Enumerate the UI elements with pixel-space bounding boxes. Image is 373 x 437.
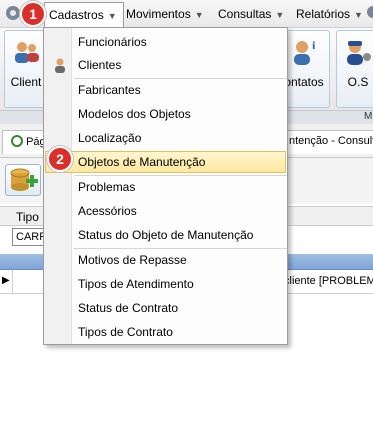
menu-item-label: Modelos dos Objetos: [78, 107, 191, 121]
menu-item-label: Localização: [78, 131, 142, 145]
ribbon-group-label: M: [364, 111, 373, 122]
menu-item-label: Tipos de Contrato: [78, 325, 173, 339]
menu-item-tipos-de-atendimento[interactable]: Tipos de Atendimento: [45, 273, 286, 295]
menu-item-tipos-de-contrato[interactable]: Tipos de Contrato: [45, 321, 286, 343]
menu-item-status-de-contrato[interactable]: Status de Contrato: [45, 297, 286, 319]
menu-item-label: Motivos de Repasse: [78, 253, 187, 267]
menu-item-label: Problemas: [78, 180, 136, 194]
menu-item-modelos-dos-objetos[interactable]: Modelos dos Objetos: [45, 103, 286, 125]
svg-text:i: i: [312, 41, 315, 52]
ribbon-os-button[interactable]: O.S: [336, 30, 373, 108]
grid-separator: [12, 270, 13, 294]
menu-item-label: Objetos de Manutenção: [78, 155, 206, 169]
contacts-icon: i: [294, 41, 315, 65]
menu-movimentos[interactable]: Movimentos ▼: [126, 7, 204, 21]
menu-consultas[interactable]: Consultas ▼: [218, 7, 284, 21]
menu-cadastros-label: Cadastros: [49, 8, 104, 22]
menu-relatorios-label: Relatórios: [296, 7, 351, 21]
menu-item-label: Funcionários: [78, 35, 147, 49]
tab-manutencao-consulta-label: ntenção - Consult: [289, 135, 373, 147]
menu-item-label: Acessórios: [78, 204, 137, 218]
add-database-icon: [10, 168, 38, 191]
tab-pagina[interactable]: Pág: [2, 130, 46, 154]
table-cell: cliente [PROBLEMA: [284, 275, 373, 287]
menu-item-objetos-de-manutencao[interactable]: Objetos de Manutenção: [45, 151, 286, 173]
os-icon: [347, 41, 371, 65]
step-badge-1: 1: [20, 1, 46, 27]
menu-bar: Cadastros ▼ Movimentos ▼ Consultas ▼ Relató…: [0, 0, 373, 28]
menu-item-label: Status de Contrato: [78, 301, 179, 315]
chevron-down-icon: ▼: [354, 10, 363, 20]
add-record-button[interactable]: [5, 164, 41, 196]
tab-icon: [11, 135, 23, 147]
chevron-down-icon: ▼: [275, 10, 285, 20]
menu-item-status-do-objeto[interactable]: Status do Objeto de Manutenção: [45, 224, 286, 246]
menu-item-fabricantes[interactable]: Fabricantes: [45, 79, 286, 101]
menu-item-problemas[interactable]: Problemas: [45, 176, 286, 198]
menu-item-acessorios[interactable]: Acessórios: [45, 200, 286, 222]
menu-item-label: Fabricantes: [78, 83, 141, 97]
chevron-down-icon: ▼: [194, 10, 204, 20]
client-icon: [15, 42, 39, 63]
menu-movimentos-label: Movimentos: [126, 7, 191, 21]
menu-item-label: Status do Objeto de Manutenção: [78, 228, 254, 242]
client-icon: [55, 58, 65, 73]
menu-item-label: Clientes: [78, 58, 122, 72]
menu-relatorios[interactable]: Relatórios ▼: [296, 7, 363, 21]
menu-item-localizacao[interactable]: Localização: [45, 127, 286, 149]
menu-item-funcionarios[interactable]: Funcionários: [45, 31, 286, 53]
row-indicator-icon: ▶: [2, 275, 10, 286]
menu-item-clientes[interactable]: Clientes: [45, 54, 286, 76]
column-tipo[interactable]: Tipo: [16, 210, 39, 224]
menu-item-motivos-de-repasse[interactable]: Motivos de Repasse: [45, 249, 286, 271]
overflow-icon[interactable]: [366, 4, 373, 23]
tab-manutencao-consulta[interactable]: ntenção - Consult: [286, 130, 373, 154]
menu-item-label: Tipos de Atendimento: [78, 277, 194, 291]
menu-cadastros[interactable]: Cadastros ▼: [44, 2, 124, 28]
chevron-down-icon: ▼: [107, 11, 117, 21]
ribbon-os-label: O.S: [347, 75, 369, 89]
cadastros-dropdown: Funcionários Clientes Fabricantes Modelo…: [43, 27, 288, 345]
menu-consultas-label: Consultas: [218, 7, 272, 21]
step-badge-2: 2: [47, 146, 73, 172]
ribbon-clientes-button[interactable]: Client: [4, 30, 48, 108]
ribbon-clientes-label: Client: [10, 75, 42, 89]
